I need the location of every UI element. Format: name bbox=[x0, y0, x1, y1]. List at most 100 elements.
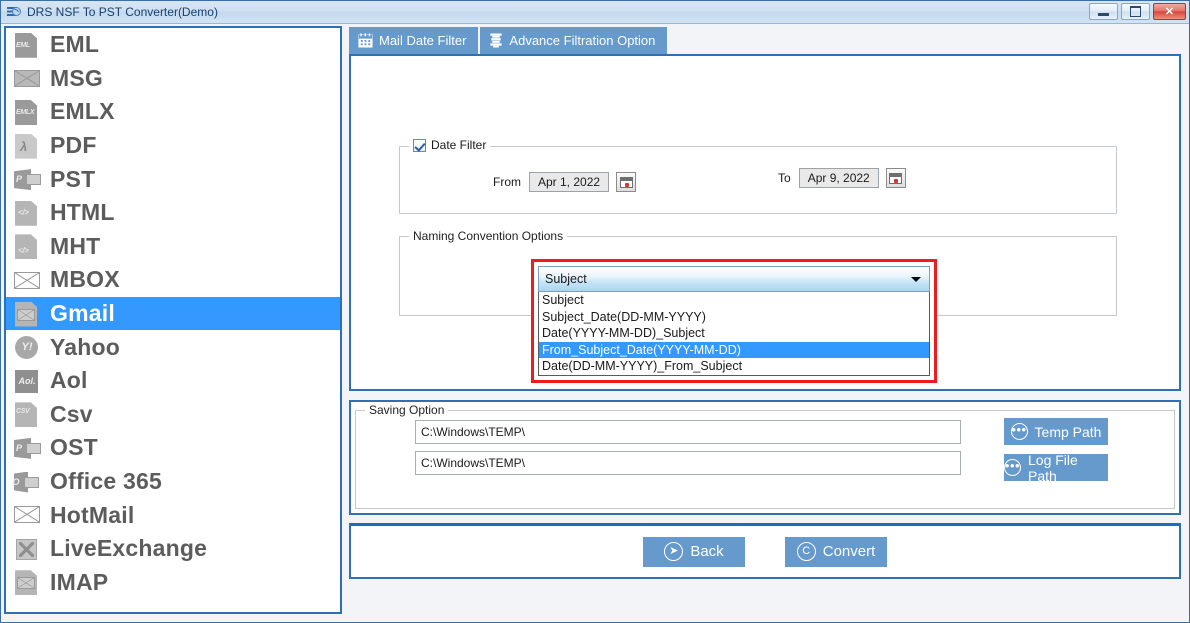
minimize-button[interactable] bbox=[1089, 3, 1118, 20]
pdf-file-icon: λ bbox=[12, 132, 42, 160]
sidebar-item-label: Csv bbox=[50, 400, 93, 427]
naming-convention-dropdown[interactable]: Subject Subject Subject_Date(DD-MM-YYYY) D… bbox=[531, 259, 937, 383]
tab-advance-filtration-option[interactable]: Advance Filtration Option bbox=[480, 27, 668, 54]
sidebar-item-eml[interactable]: EML EML bbox=[6, 28, 340, 62]
sidebar-item-csv[interactable]: CSV Csv bbox=[6, 398, 340, 432]
sidebar-item-office-365[interactable]: O Office 365 bbox=[6, 465, 340, 499]
tab-label: Advance Filtration Option bbox=[509, 33, 656, 48]
window-controls: ✕ bbox=[1089, 3, 1186, 20]
filter-panel: Date Filter From Apr 1, 2022 To Apr 9, 2… bbox=[349, 54, 1181, 391]
office365-icon: O bbox=[12, 468, 42, 496]
format-sidebar: EML EML MSG EMLX EMLX λ PDF P PST </> HTML </> MHT MB… bbox=[1, 23, 345, 622]
tab-bar: Mail Date Filter Advance Filtration Opti… bbox=[349, 27, 1181, 54]
sidebar-item-pst[interactable]: P PST bbox=[6, 162, 340, 196]
sidebar-item-label: Aol bbox=[50, 367, 88, 394]
sidebar-item-label: PDF bbox=[50, 132, 97, 159]
to-calendar-picker-icon[interactable] bbox=[885, 168, 906, 188]
sidebar-item-hotmail[interactable]: HotMail bbox=[6, 498, 340, 532]
log-file-path-button-label: Log File Path bbox=[1028, 451, 1078, 484]
window-title: DRS NSF To PST Converter(Demo) bbox=[27, 5, 218, 19]
ellipsis-circle-icon: ••• bbox=[1010, 423, 1028, 440]
sidebar-item-imap[interactable]: IMAP bbox=[6, 566, 340, 600]
html-file-icon: </> bbox=[12, 199, 42, 227]
aol-icon: Aol. bbox=[12, 367, 42, 395]
sidebar-item-emlx[interactable]: EMLX EMLX bbox=[6, 95, 340, 129]
copyright-circle-icon: C bbox=[796, 542, 816, 561]
dropdown-option[interactable]: Subject bbox=[539, 292, 929, 309]
eml-file-icon: EML bbox=[12, 31, 42, 59]
to-date-input[interactable]: Apr 9, 2022 bbox=[798, 168, 879, 188]
mht-file-icon: </> bbox=[12, 232, 42, 260]
sidebar-item-label: Office 365 bbox=[50, 468, 162, 495]
sidebar-item-aol[interactable]: Aol. Aol bbox=[6, 364, 340, 398]
csv-file-icon: CSV bbox=[12, 400, 42, 428]
chevron-down-icon[interactable] bbox=[911, 277, 921, 282]
sidebar-item-label: EML bbox=[50, 31, 100, 58]
back-button[interactable]: ➤ Back bbox=[643, 536, 745, 567]
sidebar-item-liveexchange[interactable]: LiveExchange bbox=[6, 532, 340, 566]
naming-convention-label: Naming Convention Options bbox=[409, 229, 568, 243]
sidebar-item-msg[interactable]: MSG bbox=[6, 62, 340, 96]
sidebar-item-label: PST bbox=[50, 165, 96, 192]
temp-path-input[interactable]: C:\Windows\TEMP\ bbox=[415, 420, 961, 444]
imap-icon bbox=[12, 568, 42, 596]
msg-envelope-icon bbox=[12, 64, 42, 92]
sidebar-item-label: OST bbox=[50, 434, 98, 461]
saving-option-label: Saving Option bbox=[365, 403, 449, 417]
pst-outlook-icon: P bbox=[12, 165, 42, 193]
dropdown-option[interactable]: From_Subject_Date(YYYY-MM-DD) bbox=[539, 341, 929, 358]
live-exchange-icon bbox=[12, 535, 42, 563]
mbox-envelope-icon bbox=[12, 266, 42, 294]
calendar-icon bbox=[358, 33, 373, 48]
close-button[interactable]: ✕ bbox=[1153, 3, 1186, 20]
date-filter-checkbox-row[interactable]: Date Filter bbox=[409, 138, 491, 152]
log-file-path-button[interactable]: ••• Log File Path bbox=[1004, 451, 1108, 484]
sidebar-item-label: IMAP bbox=[50, 568, 109, 595]
hotmail-icon bbox=[12, 501, 42, 529]
date-filter-checkbox[interactable] bbox=[413, 138, 426, 152]
dropdown-option[interactable]: Subject_Date(DD-MM-YYYY) bbox=[539, 309, 929, 326]
title-bar: DRS NSF To PST Converter(Demo) ✕ bbox=[1, 1, 1189, 24]
sidebar-item-label: MHT bbox=[50, 232, 101, 259]
from-date-input[interactable]: Apr 1, 2022 bbox=[529, 172, 610, 192]
format-list[interactable]: EML EML MSG EMLX EMLX λ PDF P PST </> HTML </> MHT MB… bbox=[4, 26, 342, 614]
tab-mail-date-filter[interactable]: Mail Date Filter bbox=[349, 27, 479, 54]
sidebar-item-label: MBOX bbox=[50, 266, 120, 293]
sidebar-item-ost[interactable]: P OST bbox=[6, 431, 340, 465]
action-panel: ➤ Back C Convert bbox=[349, 523, 1181, 579]
sidebar-item-label: Gmail bbox=[50, 300, 115, 327]
filter-icon bbox=[489, 33, 503, 48]
arrow-right-circle-icon: ➤ bbox=[664, 542, 684, 561]
from-calendar-picker-icon[interactable] bbox=[616, 172, 637, 192]
sidebar-item-label: EMLX bbox=[50, 98, 115, 125]
tab-label: Mail Date Filter bbox=[379, 33, 467, 48]
sidebar-item-mht[interactable]: </> MHT bbox=[6, 230, 340, 264]
dropdown-option[interactable]: Date(YYYY-MM-DD)_Subject bbox=[539, 325, 929, 342]
dropdown-option[interactable]: Date(DD-MM-YYYY)_From_Subject bbox=[539, 358, 929, 375]
to-date-row: To Apr 9, 2022 bbox=[778, 168, 906, 188]
sidebar-item-yahoo[interactable]: Y! Yahoo bbox=[6, 330, 340, 364]
sidebar-item-gmail[interactable]: Gmail bbox=[6, 296, 340, 331]
date-filter-group: Date Filter From Apr 1, 2022 To Apr 9, 2… bbox=[399, 138, 1117, 214]
sidebar-item-pdf[interactable]: λ PDF bbox=[6, 129, 340, 163]
ellipsis-circle-icon: ••• bbox=[1004, 459, 1021, 476]
application-window: DRS NSF To PST Converter(Demo) ✕ EML EML M… bbox=[0, 0, 1190, 623]
naming-convention-combo[interactable]: Subject bbox=[538, 266, 930, 292]
temp-path-button[interactable]: ••• Temp Path bbox=[1004, 418, 1108, 445]
log-file-path-input[interactable]: C:\Windows\TEMP\ bbox=[415, 451, 961, 475]
sidebar-item-mbox[interactable]: MBOX bbox=[6, 263, 340, 297]
sidebar-item-label: Yahoo bbox=[50, 333, 121, 360]
naming-convention-options[interactable]: Subject Subject_Date(DD-MM-YYYY) Date(YYYY… bbox=[538, 292, 930, 376]
ost-outlook-icon: P bbox=[12, 434, 42, 462]
temp-path-button-label: Temp Path bbox=[1034, 423, 1102, 440]
to-label: To bbox=[778, 171, 791, 185]
sidebar-item-html[interactable]: </> HTML bbox=[6, 196, 340, 230]
maximize-button[interactable] bbox=[1121, 3, 1150, 20]
back-button-label: Back bbox=[690, 543, 724, 560]
convert-button[interactable]: C Convert bbox=[785, 536, 887, 567]
convert-button-label: Convert bbox=[822, 543, 876, 560]
sidebar-item-label: LiveExchange bbox=[50, 535, 208, 562]
sidebar-item-label: HTML bbox=[50, 199, 115, 226]
sidebar-item-label: MSG bbox=[50, 64, 103, 91]
main-pane: Mail Date Filter Advance Filtration Opti… bbox=[345, 23, 1189, 622]
